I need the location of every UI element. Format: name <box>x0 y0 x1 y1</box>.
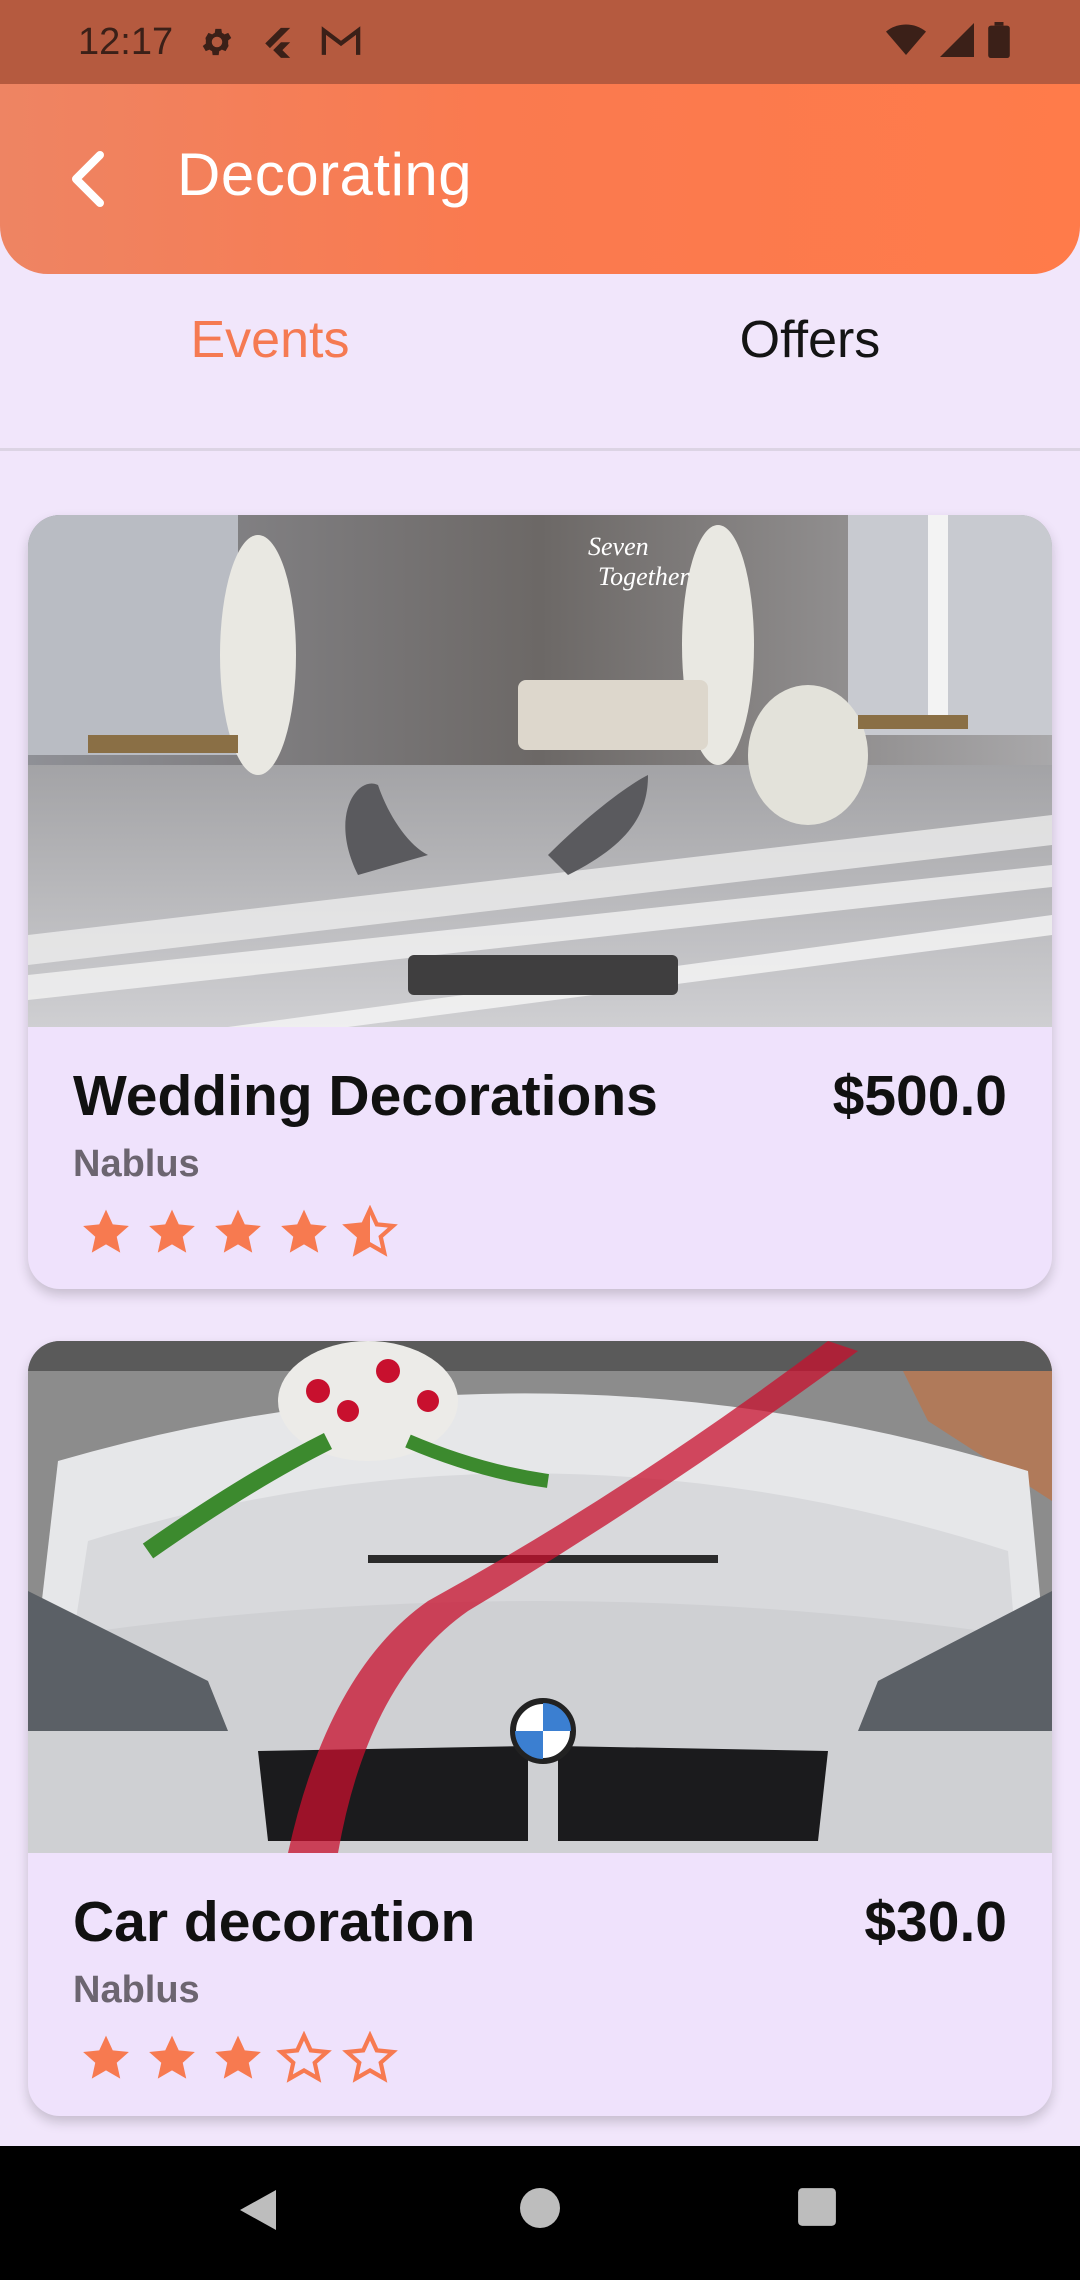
event-card[interactable]: Car decoration $30.0 Nablus <box>28 1341 1052 2116</box>
tab-events[interactable]: Events <box>0 310 540 370</box>
rating-stars <box>78 2031 398 2087</box>
system-nav-bar <box>0 2146 1080 2280</box>
battery-icon <box>988 22 1010 63</box>
chevron-left-icon <box>72 151 104 207</box>
card-title: Wedding Decorations <box>73 1064 658 1128</box>
card-price: $500.0 <box>832 1064 1007 1128</box>
svg-text:Together: Together <box>598 562 690 591</box>
event-card[interactable]: Seven Together Wedding Decorations $500.… <box>28 515 1052 1289</box>
gear-icon <box>199 24 235 60</box>
decorated-car-photo <box>28 1341 1052 1853</box>
star-outline-icon <box>276 2031 332 2083</box>
wifi-icon <box>886 23 926 62</box>
card-location: Nablus <box>73 1969 200 2011</box>
star-outline-icon <box>342 2031 398 2083</box>
gmail-icon <box>321 26 361 58</box>
flutter-icon <box>261 24 295 60</box>
star-filled-icon <box>281 1209 327 1253</box>
back-triangle-icon[interactable] <box>236 2186 280 2239</box>
rating-stars <box>78 1205 398 1261</box>
card-price: $30.0 <box>864 1890 1007 1954</box>
wedding-stage-photo: Seven Together <box>28 515 1052 1027</box>
recents-square-icon[interactable] <box>796 2186 838 2233</box>
card-title: Car decoration <box>73 1890 476 1954</box>
tab-offers[interactable]: Offers <box>540 310 1080 370</box>
app-bar: Decorating <box>0 84 1080 274</box>
signal-icon <box>940 23 974 62</box>
svg-text:Seven: Seven <box>588 532 649 561</box>
star-filled-icon <box>215 1209 261 1253</box>
back-button[interactable] <box>58 144 118 214</box>
star-filled-icon <box>149 2035 195 2079</box>
tab-bar: Events Offers <box>0 274 1080 451</box>
star-filled-icon <box>215 2035 261 2079</box>
star-filled-icon <box>83 2035 129 2079</box>
star-half-icon <box>342 1205 398 1257</box>
home-circle-icon[interactable] <box>518 2186 562 2235</box>
status-time: 12:17 <box>78 20 174 63</box>
status-bar: 12:17 <box>0 0 1080 84</box>
card-location: Nablus <box>73 1143 200 1185</box>
star-filled-icon <box>149 1209 195 1253</box>
page-title: Decorating <box>177 141 473 208</box>
star-filled-icon <box>83 1209 129 1253</box>
